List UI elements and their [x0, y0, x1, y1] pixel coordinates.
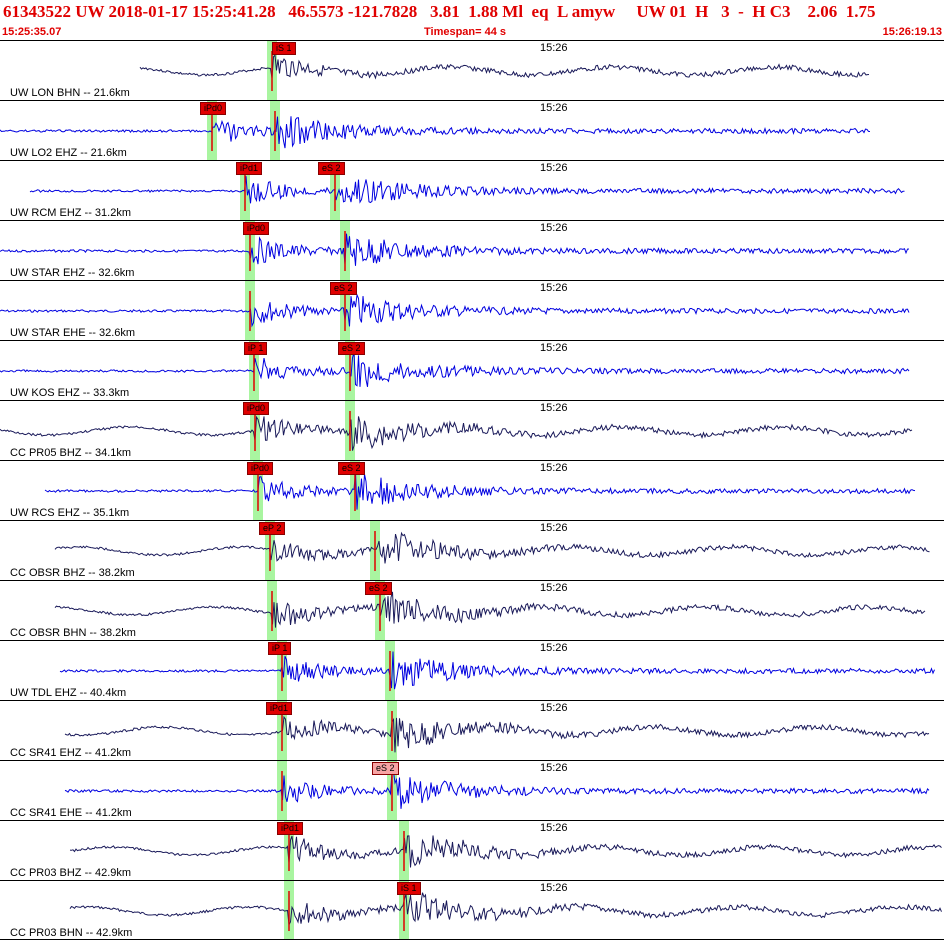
- p-pick-flag[interactable]: iP 1: [244, 342, 268, 355]
- waveform-plot: [0, 401, 913, 460]
- panel-time-label: 15:26: [540, 342, 568, 354]
- s-pick-flag[interactable]: eS 2: [318, 162, 345, 175]
- station-label: UW KOS EHZ -- 33.3km: [10, 387, 130, 399]
- seismic-trace: [59, 651, 935, 690]
- panel-time-label: 15:26: [540, 522, 568, 534]
- panel-time-label: 15:26: [540, 762, 568, 774]
- waveform-plot: [139, 41, 870, 100]
- trace-panel[interactable]: eS 2 15:26 UW STAR EHE -- 32.6km: [0, 280, 944, 340]
- seismic-trace: [64, 715, 930, 753]
- seismic-trace: [0, 352, 910, 387]
- p-pick-flag[interactable]: iPd0: [247, 462, 274, 475]
- waveform-plot: [54, 581, 926, 640]
- timespan-label: Timespan= 44 s: [424, 26, 507, 38]
- station-label: UW STAR EHZ -- 32.6km: [10, 267, 135, 279]
- seismic-trace: [69, 835, 942, 868]
- seismic-trace: [29, 176, 905, 204]
- station-label: UW LO2 EHZ -- 21.6km: [10, 147, 127, 159]
- p-pick-flag[interactable]: iPd1: [236, 162, 263, 175]
- station-label: UW STAR EHE -- 32.6km: [10, 327, 136, 339]
- panel-time-label: 15:26: [540, 702, 568, 714]
- panel-time-label: 15:26: [540, 222, 568, 234]
- waveform-plot: [44, 461, 916, 520]
- seismic-trace: [0, 233, 910, 266]
- panel-time-label: 15:26: [540, 282, 568, 294]
- waveform-plot: [69, 821, 942, 880]
- waveform-plot: [59, 641, 935, 700]
- panel-time-label: 15:26: [540, 882, 568, 894]
- panel-time-label: 15:26: [540, 582, 568, 594]
- seismic-trace: [64, 771, 930, 809]
- station-label: CC PR05 BHZ -- 34.1km: [10, 447, 132, 459]
- trace-panel[interactable]: iS 1 15:26 UW LON BHN -- 21.6km: [0, 40, 944, 100]
- trace-panel[interactable]: iPd1 15:26 CC PR03 BHZ -- 42.9km: [0, 820, 944, 880]
- p-pick-flag[interactable]: iPd1: [277, 822, 304, 835]
- trace-panel[interactable]: iS 1 15:26 CC PR03 BHN -- 42.9km: [0, 880, 944, 940]
- p-pick-flag[interactable]: iP 1: [268, 642, 292, 655]
- waveform-plot: [0, 341, 910, 400]
- panel-time-label: 15:26: [540, 822, 568, 834]
- trace-panel[interactable]: iPd0 eS 2 15:26 UW RCS EHZ -- 35.1km: [0, 460, 944, 520]
- trace-panel[interactable]: iP 1 15:26 UW TDL EHZ -- 40.4km: [0, 640, 944, 700]
- waveform-plot: [0, 221, 910, 280]
- panel-time-label: 15:26: [540, 162, 568, 174]
- panel-time-label: 15:26: [540, 102, 568, 114]
- station-label: CC OBSR BHZ -- 38.2km: [10, 567, 135, 579]
- event-summary: 61343522 UW 2018-01-17 15:25:41.28 46.55…: [3, 2, 876, 21]
- p-pick-flag[interactable]: eP 2: [259, 522, 286, 535]
- trace-panel[interactable]: iPd1 15:26 CC SR41 EHZ -- 41.2km: [0, 700, 944, 760]
- p-pick-flag[interactable]: iPd0: [243, 402, 270, 415]
- panel-time-label: 15:26: [540, 462, 568, 474]
- seismic-trace: [139, 54, 870, 80]
- trace-panel[interactable]: eS 2 15:26 CC OBSR BHN -- 38.2km: [0, 580, 944, 640]
- seismic-trace: [0, 293, 910, 328]
- waveform-plot: [64, 701, 930, 760]
- trace-panel[interactable]: iPd0 15:26 UW LO2 EHZ -- 21.6km: [0, 100, 944, 160]
- panel-time-label: 15:26: [540, 402, 568, 414]
- s-pick-flag[interactable]: eS 2: [365, 582, 392, 595]
- start-time: 15:25:35.07: [2, 26, 62, 38]
- waveform-plot: [0, 101, 871, 160]
- station-label: CC PR03 BHZ -- 42.9km: [10, 867, 132, 879]
- station-label: UW RCS EHZ -- 35.1km: [10, 507, 130, 519]
- end-time: 15:26:19.13: [882, 26, 942, 38]
- panel-time-label: 15:26: [540, 642, 568, 654]
- trace-panel[interactable]: eS 2 15:26 CC SR41 EHE -- 41.2km: [0, 760, 944, 820]
- s-pick-flag[interactable]: eS 2: [372, 762, 399, 775]
- trace-panel[interactable]: eP 2 15:26 CC OBSR BHZ -- 38.2km: [0, 520, 944, 580]
- seismic-trace: [69, 892, 942, 927]
- station-label: CC OBSR BHN -- 38.2km: [10, 627, 136, 639]
- station-label: UW TDL EHZ -- 40.4km: [10, 687, 127, 699]
- seismic-trace: [54, 531, 930, 564]
- waveform-plot: [29, 161, 905, 220]
- panel-time-label: 15:26: [540, 42, 568, 54]
- s-pick-flag[interactable]: iS 1: [272, 42, 296, 55]
- s-pick-flag[interactable]: eS 2: [330, 282, 357, 295]
- seismogram-viewer: 61343522 UW 2018-01-17 15:25:41.28 46.55…: [0, 0, 944, 940]
- station-label: CC PR03 BHN -- 42.9km: [10, 927, 133, 939]
- p-pick-flag[interactable]: iPd0: [200, 102, 227, 115]
- seismic-trace: [0, 415, 913, 451]
- s-pick-flag[interactable]: iS 1: [397, 882, 421, 895]
- s-pick-flag[interactable]: eS 2: [338, 462, 365, 475]
- station-label: UW RCM EHZ -- 31.2km: [10, 207, 131, 219]
- trace-panel[interactable]: iPd1 eS 2 15:26 UW RCM EHZ -- 31.2km: [0, 160, 944, 220]
- seismic-trace: [54, 591, 926, 628]
- trace-panel[interactable]: iPd0 15:26 CC PR05 BHZ -- 34.1km: [0, 400, 944, 460]
- station-label: CC SR41 EHE -- 41.2km: [10, 807, 132, 819]
- station-label: UW LON BHN -- 21.6km: [10, 87, 130, 99]
- station-label: CC SR41 EHZ -- 41.2km: [10, 747, 132, 759]
- s-pick-flag[interactable]: eS 2: [338, 342, 365, 355]
- p-pick-flag[interactable]: iPd0: [243, 222, 270, 235]
- seismic-trace: [44, 471, 916, 510]
- p-pick-flag[interactable]: iPd1: [266, 702, 293, 715]
- waveform-plot: [64, 761, 930, 820]
- waveform-plot: [54, 521, 930, 580]
- waveform-plot: [0, 281, 910, 340]
- seismic-trace: [0, 116, 871, 149]
- trace-panel[interactable]: iPd0 15:26 UW STAR EHZ -- 32.6km: [0, 220, 944, 280]
- trace-panel[interactable]: iP 1 eS 2 15:26 UW KOS EHZ -- 33.3km: [0, 340, 944, 400]
- waveform-plot: [69, 881, 942, 940]
- event-header: 61343522 UW 2018-01-17 15:25:41.28 46.55…: [0, 0, 944, 40]
